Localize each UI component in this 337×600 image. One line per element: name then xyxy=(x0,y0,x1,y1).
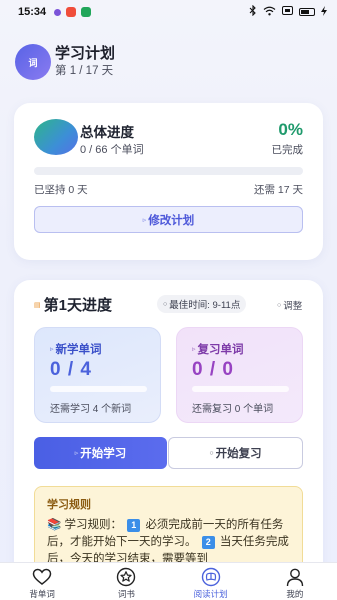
adjust-label: 调整 xyxy=(283,301,303,312)
rules-intro: 学习规则： xyxy=(64,519,123,531)
new-words-progress-bar xyxy=(50,386,147,392)
notification-app-icon-1 xyxy=(54,8,62,16)
start-review-label: 开始复习 xyxy=(215,448,262,460)
charging-icon xyxy=(321,5,327,19)
book-icon: ▹ xyxy=(50,346,54,353)
review-words-value: 0 / 0 xyxy=(192,359,234,380)
nav-label-profile: 我的 xyxy=(286,589,304,599)
review-words-progress-bar xyxy=(192,386,289,392)
review-icon: ○ xyxy=(209,449,214,457)
status-indicators xyxy=(249,4,327,19)
nav-label-words: 背单词 xyxy=(29,589,55,599)
nav-item-wordbook[interactable]: 词书 xyxy=(84,563,168,600)
edit-plan-label: 修改计划 xyxy=(148,214,195,227)
play-icon: ▹ xyxy=(74,450,79,457)
nav-item-profile[interactable]: 我的 xyxy=(253,563,337,600)
nav-label-wordbook: 词书 xyxy=(117,589,135,599)
new-words-note: 还需学习 4 个新词 xyxy=(50,404,132,415)
start-learning-button[interactable]: ▹ 开始学习 xyxy=(34,437,167,469)
overall-progress-title: 总体进度 xyxy=(80,125,134,140)
refresh-icon: ▹ xyxy=(192,346,196,353)
overall-progress-bar xyxy=(34,167,303,175)
nav-item-words[interactable]: 背单词 xyxy=(0,563,84,600)
heart-icon xyxy=(32,567,52,587)
overall-done-label: 已完成 xyxy=(271,144,304,156)
review-words-label-row: ▹ 复习单词 xyxy=(192,341,244,357)
progress-orb-icon xyxy=(34,119,78,155)
day-counter: 第 1 / 17 天 xyxy=(55,65,114,77)
start-learning-label: 开始学习 xyxy=(80,448,127,460)
page-title: 学习计划 xyxy=(55,45,116,62)
header-text: 学习计划 第 1 / 17 天 xyxy=(55,45,115,79)
new-words-value: 0 / 4 xyxy=(50,359,92,380)
clock-icon: ○ xyxy=(163,300,168,308)
review-words-box: ▹ 复习单词 0 / 0 还需复习 0 个单词 xyxy=(176,327,303,423)
adjust-time-button[interactable]: ○ 调整 xyxy=(277,298,302,312)
edit-plan-button[interactable]: ▹ 修改计划 xyxy=(34,206,303,233)
new-words-label: 新学单词 xyxy=(55,344,102,356)
wifi-icon xyxy=(263,6,276,19)
person-icon xyxy=(285,567,305,587)
best-time-label: 最佳时间: 9-11点 xyxy=(169,300,241,311)
bottom-nav: 背单词 词书 阅读计划 我的 xyxy=(0,562,337,600)
overall-percent: 0% xyxy=(278,120,303,139)
days-remaining: 还需 17 天 xyxy=(253,184,303,196)
battery-icon xyxy=(299,8,315,16)
calendar-icon: ▤ xyxy=(34,301,41,309)
rule-number-1: 1 xyxy=(127,519,141,532)
star-icon xyxy=(116,567,136,587)
status-bar: 15:34 xyxy=(0,0,337,24)
new-words-label-row: ▹ 新学单词 xyxy=(50,341,102,357)
nav-item-reading-plan[interactable]: 阅读计划 xyxy=(169,563,253,600)
day-progress-title-row: ▤ 第1天进度 xyxy=(34,294,112,315)
days-kept: 已坚持 0 天 xyxy=(34,184,88,196)
start-review-button[interactable]: ○ 开始复习 xyxy=(168,437,303,469)
day-progress-card: ▤ 第1天进度 ○ 最佳时间: 9-11点 ○ 调整 ▹ 新学单词 0 / 4 … xyxy=(14,280,323,580)
rules-title: 学习规则 xyxy=(47,499,91,511)
edit-icon: ▹ xyxy=(142,216,147,224)
bluetooth-icon xyxy=(249,4,257,19)
page-header: 词 学习计划 第 1 / 17 天 xyxy=(0,36,337,88)
app-logo: 词 xyxy=(15,44,51,80)
rule-number-2: 2 xyxy=(201,536,215,549)
nav-label-reading-plan: 阅读计划 xyxy=(193,589,228,599)
status-app-icons xyxy=(54,7,92,17)
rules-text: 📚 学习规则： 1 必须完成前一天的所有任务后，才能开始下一天的学习。 2 当天… xyxy=(47,517,290,568)
books-icon: 📚 xyxy=(47,519,62,531)
reading-plan-icon xyxy=(201,567,221,587)
notification-app-icon-2 xyxy=(66,7,77,17)
overall-word-count: 0 / 66 个单词 xyxy=(80,144,144,156)
status-time: 15:34 xyxy=(18,6,47,18)
best-time-badge: ○ 最佳时间: 9-11点 xyxy=(157,295,247,313)
notification-app-icon-3 xyxy=(81,7,92,17)
settings-icon: ○ xyxy=(277,301,282,309)
new-words-box: ▹ 新学单词 0 / 4 还需学习 4 个新词 xyxy=(34,327,161,423)
day-progress-title: 第1天进度 xyxy=(43,297,112,314)
review-words-note: 还需复习 0 个单词 xyxy=(192,404,274,415)
overall-progress-card: 总体进度 0 / 66 个单词 0% 已完成 已坚持 0 天 还需 17 天 ▹… xyxy=(14,103,323,260)
vibrate-icon xyxy=(282,6,293,18)
review-words-label: 复习单词 xyxy=(197,344,244,356)
